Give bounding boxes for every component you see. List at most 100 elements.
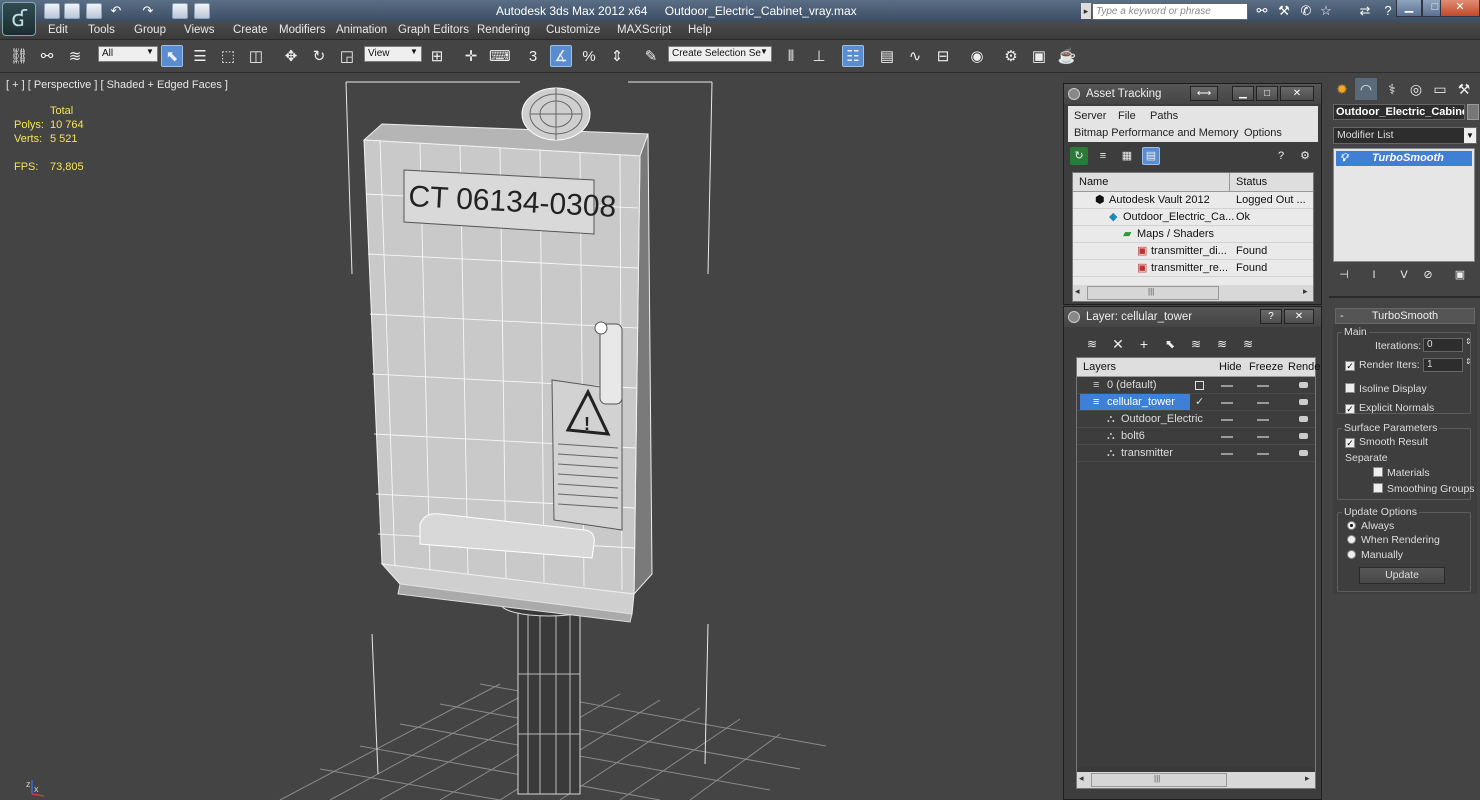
viewport-label[interactable]: [ + ] [ Perspective ] [ Shaded + Edged F… (6, 79, 228, 91)
hide-toggle[interactable] (1221, 385, 1233, 387)
hide-all-layers-icon[interactable]: ≋ (1212, 334, 1232, 354)
rendered-frame-window-icon[interactable]: ▣ (1028, 45, 1050, 67)
panel-maximize-button[interactable]: □ (1256, 86, 1278, 101)
horizontal-scrollbar[interactable]: ◂ ||| ▸ (1073, 285, 1313, 301)
list-item[interactable]: ≡ 0 (default) (1077, 377, 1315, 394)
refresh-icon[interactable]: ↻ (1070, 147, 1088, 165)
graphite-ribbon-icon[interactable]: ▤ (876, 45, 898, 67)
layer-help-button[interactable]: ? (1260, 309, 1282, 324)
table-view-icon[interactable]: ▤ (1142, 147, 1160, 165)
binoculars-icon[interactable]: ⚯ (1254, 3, 1270, 19)
menu-file[interactable]: File (1118, 110, 1136, 122)
display-tab-icon[interactable]: ▭ (1429, 78, 1451, 100)
render-toggle-icon[interactable] (1299, 399, 1308, 405)
column-status[interactable]: Status (1236, 176, 1267, 188)
link-icon[interactable]: ⛓ (8, 45, 30, 67)
table-row[interactable]: ▣ transmitter_re... Found (1073, 260, 1313, 277)
scroll-thumb[interactable]: ||| (1091, 773, 1227, 787)
menu-create[interactable]: Create (233, 24, 268, 36)
move-icon[interactable]: ✥ (280, 45, 302, 67)
hierarchy-tab-icon[interactable]: ⚕ (1381, 78, 1403, 100)
select-manipulate-icon[interactable]: ✛ (460, 45, 482, 67)
save-file-icon[interactable] (86, 3, 102, 19)
scroll-thumb[interactable]: ||| (1087, 286, 1219, 300)
highlight-selected-icon[interactable]: ≋ (1186, 334, 1206, 354)
select-by-name-icon[interactable]: ☰ (189, 45, 211, 67)
scroll-left-icon[interactable]: ◂ (1079, 773, 1084, 784)
thumbnail-view-icon[interactable]: ▦ (1118, 147, 1136, 165)
snaps-toggle-icon[interactable]: 3 (522, 45, 544, 67)
freeze-toggle[interactable] (1257, 385, 1269, 387)
column-layers[interactable]: Layers (1083, 361, 1116, 373)
rotate-icon[interactable]: ↻ (308, 45, 330, 67)
motion-tab-icon[interactable]: ◎ (1405, 78, 1427, 100)
menu-views[interactable]: Views (184, 24, 214, 36)
menu-modifiers[interactable]: Modifiers (279, 24, 326, 36)
list-item[interactable]: ⊟ ≡ cellular_tower ✓ (1077, 394, 1315, 411)
make-unique-icon[interactable]: V (1395, 266, 1413, 284)
modifier-stack-item[interactable]: 💡︎ TurboSmooth (1336, 151, 1472, 166)
manually-radio[interactable]: Manually (1347, 549, 1403, 561)
render-toggle-icon[interactable] (1299, 433, 1308, 439)
materials-checkbox[interactable]: Materials (1373, 467, 1430, 479)
render-toggle-icon[interactable] (1299, 450, 1308, 456)
smooth-result-checkbox[interactable]: ✓ Smooth Result (1345, 436, 1428, 448)
selection-filter-select[interactable]: All ▼ (98, 46, 158, 62)
menu-options[interactable]: Options (1244, 127, 1282, 139)
freeze-toggle[interactable] (1257, 453, 1269, 455)
panel-minimize-button[interactable]: ▁ (1232, 86, 1254, 101)
render-production-icon[interactable]: ☕ (1056, 45, 1078, 67)
layer-manager-icon[interactable]: ☷ (842, 45, 864, 67)
percent-snap-icon[interactable]: % (578, 45, 600, 67)
panel-close-button[interactable]: ✕ (1280, 86, 1314, 101)
delete-layer-icon[interactable]: ✕ (1108, 334, 1128, 354)
named-selection-sets-select[interactable]: Create Selection Se ▼ (668, 46, 772, 62)
angle-snap-icon[interactable]: ∡ (550, 45, 572, 67)
curve-editor-icon[interactable]: ∿ (904, 45, 926, 67)
current-layer-check-icon[interactable]: ✓ (1195, 394, 1204, 410)
layer-close-button[interactable]: ✕ (1284, 309, 1314, 324)
column-freeze[interactable]: Freeze (1249, 361, 1283, 373)
column-name[interactable]: Name (1079, 176, 1108, 188)
spinner-snap-icon[interactable]: ⇕ (606, 45, 628, 67)
search-expand-icon[interactable]: ▸ (1081, 3, 1091, 19)
list-item[interactable]: ⛬ bolt6 (1077, 428, 1315, 445)
open-file-icon[interactable] (64, 3, 80, 19)
configure-modifier-sets-icon[interactable]: ▣ (1451, 266, 1469, 284)
menu-edit[interactable]: Edit (48, 24, 68, 36)
menu-paths[interactable]: Paths (1150, 110, 1178, 122)
schematic-view-icon[interactable]: ⊟ (932, 45, 954, 67)
reference-coordinate-select[interactable]: View ▼ (364, 46, 422, 62)
unlink-icon[interactable]: ⚯ (36, 45, 58, 67)
always-radio[interactable]: Always (1347, 520, 1394, 532)
menu-maxscript[interactable]: MAXScript (617, 24, 671, 36)
menu-tools[interactable]: Tools (88, 24, 115, 36)
scale-icon[interactable]: ◲ (336, 45, 358, 67)
app-logo-icon[interactable]: ʛ (2, 2, 36, 36)
smoothing-groups-checkbox[interactable]: Smoothing Groups (1373, 483, 1475, 495)
material-editor-icon[interactable]: ◉ (966, 45, 988, 67)
chevron-down-icon[interactable]: ▼ (1464, 128, 1476, 143)
show-end-result-icon[interactable]: I (1365, 266, 1383, 284)
window-crossing-icon[interactable]: ◫ (245, 45, 267, 67)
update-button[interactable]: Update (1359, 567, 1445, 584)
table-row[interactable]: ▣ transmitter_di... Found (1073, 243, 1313, 260)
when-rendering-radio[interactable]: When Rendering (1347, 534, 1440, 546)
project-folder-icon[interactable] (172, 3, 188, 19)
spinner-arrows-icon[interactable]: ⇕ (1465, 357, 1472, 366)
settings-icon[interactable]: ⚙ (1296, 147, 1314, 165)
dock-toggle-button[interactable]: ⟷ (1190, 86, 1218, 101)
keyboard-shortcut-override-icon[interactable]: ⌨ (488, 45, 511, 67)
menu-customize[interactable]: Customize (546, 24, 600, 36)
freeze-toggle[interactable] (1257, 436, 1269, 438)
search-input[interactable]: Type a keyword or phrase (1092, 3, 1248, 20)
minimize-button[interactable]: ▁ (1396, 0, 1422, 17)
list-item[interactable]: ⛬ transmitter (1077, 445, 1315, 462)
select-in-layer-icon[interactable]: ⬉ (1160, 334, 1180, 354)
utilities-tab-icon[interactable]: ⚒ (1453, 78, 1475, 100)
spinner-arrows-icon[interactable]: ⇕ (1465, 337, 1472, 346)
align-icon[interactable]: ⊥ (808, 45, 830, 67)
modifier-list-select[interactable]: Modifier List ▼ (1333, 127, 1477, 144)
hide-toggle[interactable] (1221, 436, 1233, 438)
scroll-right-icon[interactable]: ▸ (1305, 773, 1310, 784)
